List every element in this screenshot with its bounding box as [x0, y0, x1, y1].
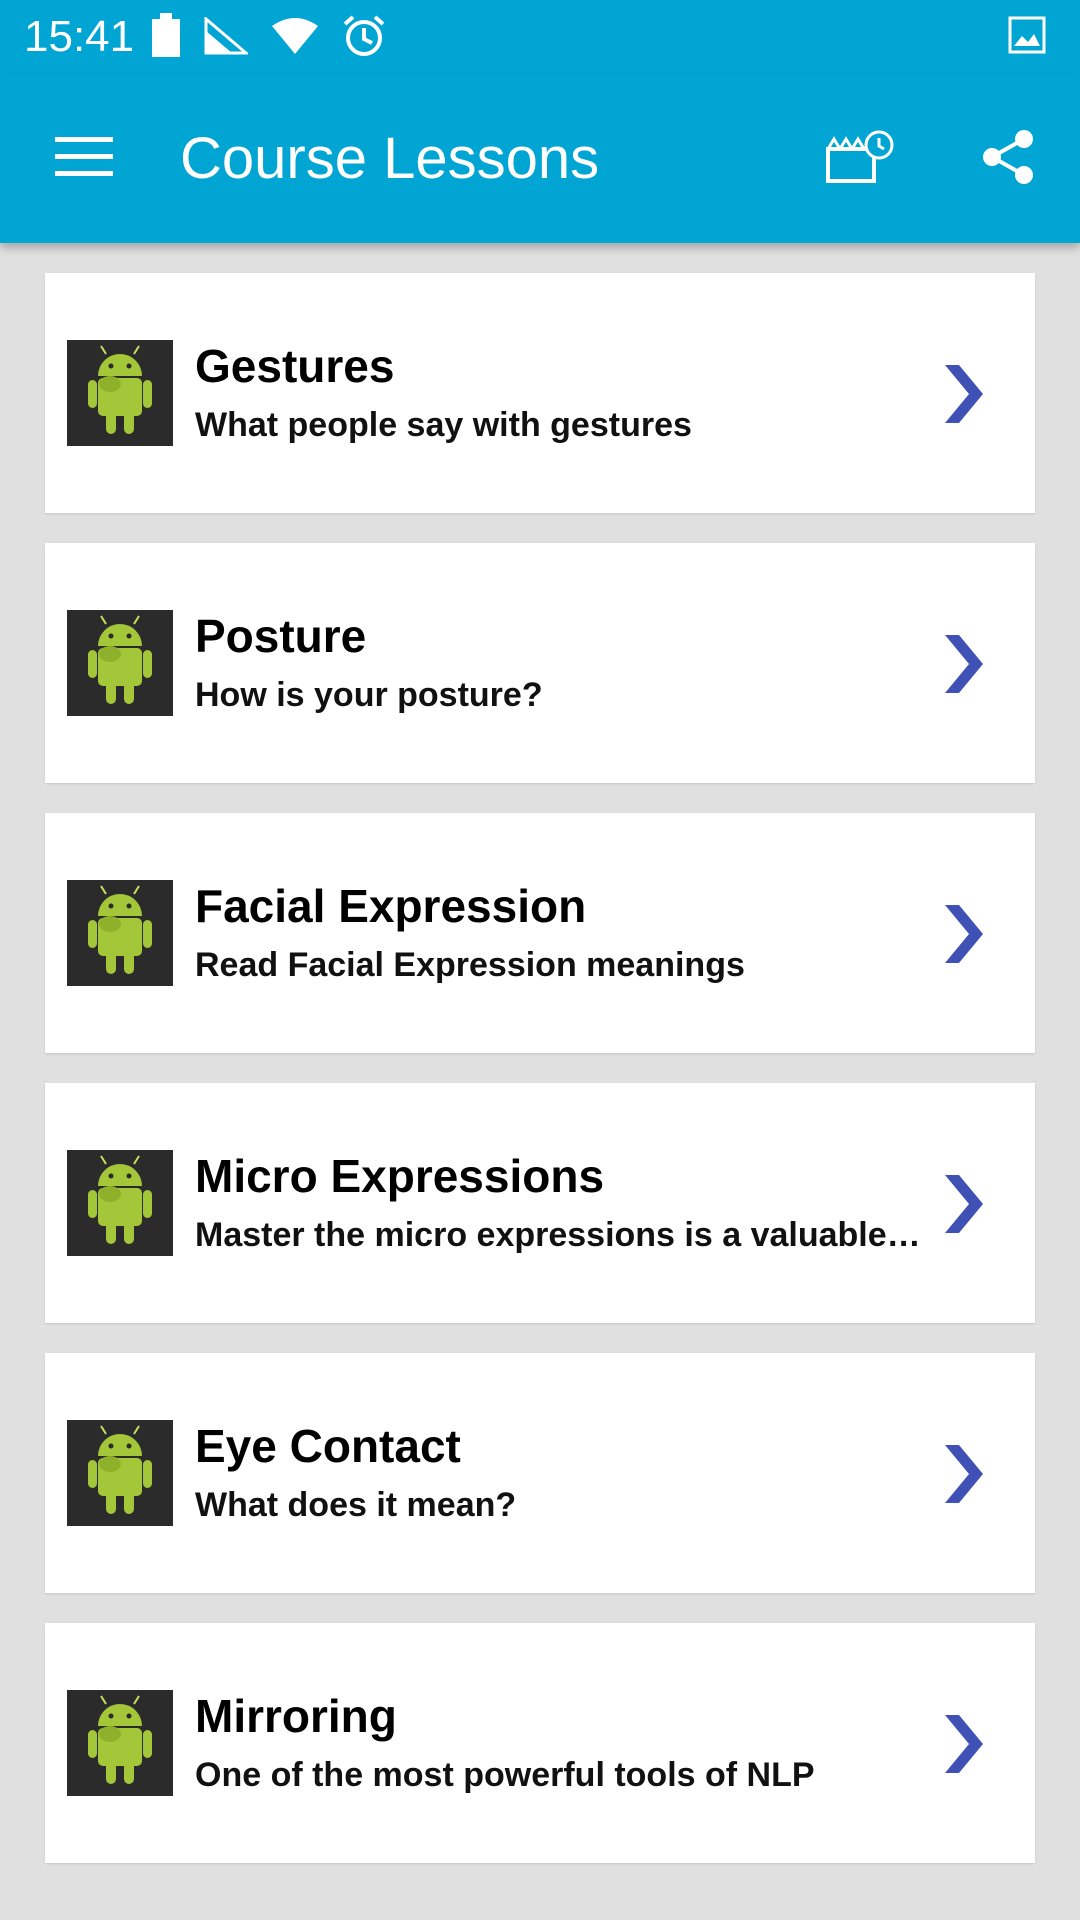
lesson-title: Gestures [195, 340, 395, 392]
lesson-title: Micro Expressions [195, 1150, 605, 1202]
lesson-title: Mirroring [195, 1690, 397, 1742]
chevron-right-icon [925, 1439, 995, 1509]
image-notification-icon [1008, 16, 1046, 59]
lesson-card[interactable]: Eye Contact What does it mean? [45, 1353, 1035, 1593]
lesson-card[interactable]: Mirroring One of the most powerful tools… [45, 1623, 1035, 1863]
lesson-subtitle: What people say with gestures [195, 406, 692, 444]
chevron-right-icon [925, 359, 995, 429]
lesson-list: Gestures What people say with gestures P… [45, 273, 1035, 1893]
share-button[interactable] [970, 121, 1046, 197]
lesson-title: Posture [195, 610, 367, 662]
lesson-card[interactable]: Posture How is your posture? [45, 543, 1035, 783]
status-icons [150, 12, 386, 64]
chevron-right-icon [925, 1169, 995, 1239]
lesson-card[interactable]: Gestures What people say with gestures [45, 273, 1035, 513]
wifi-icon [270, 16, 320, 61]
lesson-subtitle: Read Facial Expression meanings [195, 946, 745, 984]
page-title: Course Lessons [180, 126, 600, 191]
signal-icon [204, 15, 251, 60]
android-icon [67, 1690, 173, 1796]
chevron-right-icon [925, 629, 995, 699]
lesson-subtitle: What does it mean? [195, 1486, 517, 1524]
alarm-icon [342, 14, 386, 63]
lesson-title: Facial Expression [195, 880, 587, 932]
battery-icon [150, 12, 182, 64]
lesson-title: Eye Contact [195, 1420, 461, 1472]
reminder-button[interactable] [822, 121, 898, 197]
chevron-right-icon [925, 899, 995, 969]
lesson-card[interactable]: Facial Expression Read Facial Expression… [45, 813, 1035, 1053]
app-bar: Course Lessons [0, 75, 1080, 243]
share-icon [981, 129, 1035, 190]
android-icon [67, 1150, 173, 1256]
menu-button[interactable] [48, 127, 120, 191]
menu-icon [55, 135, 113, 184]
android-icon [67, 340, 173, 446]
chevron-right-icon [925, 1709, 995, 1779]
lesson-subtitle: One of the most powerful tools of NLP [195, 1756, 815, 1794]
android-icon [67, 610, 173, 716]
lesson-subtitle: How is your posture? [195, 676, 543, 714]
android-icon [67, 1420, 173, 1526]
status-time: 15:41 [24, 12, 135, 61]
status-bar: 15:41 [0, 0, 1080, 75]
android-icon [67, 880, 173, 986]
reminder-icon [825, 129, 895, 190]
lesson-subtitle: Master the micro expressions is a valuab… [195, 1216, 925, 1254]
lesson-card[interactable]: Micro Expressions Master the micro expre… [45, 1083, 1035, 1323]
